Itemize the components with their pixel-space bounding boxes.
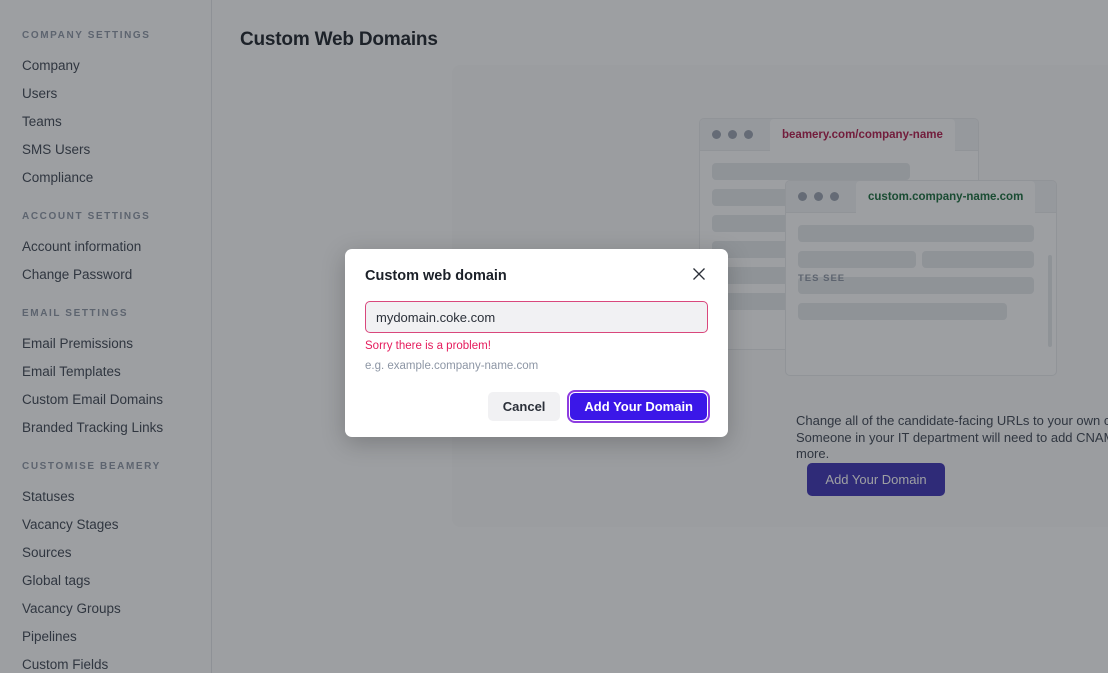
domain-input[interactable]: [365, 301, 708, 333]
app-root: COMPANY SETTINGS Company Users Teams SMS…: [0, 0, 1108, 673]
input-hint: e.g. example.company-name.com: [365, 360, 539, 372]
input-error-message: Sorry there is a problem!: [365, 340, 491, 352]
submit-domain-button[interactable]: Add Your Domain: [567, 390, 710, 423]
cancel-button[interactable]: Cancel: [487, 392, 561, 421]
modal-header: Custom web domain: [365, 267, 708, 284]
modal-title: Custom web domain: [365, 268, 507, 284]
modal-actions: Cancel Add Your Domain: [365, 390, 710, 423]
custom-web-domain-modal: Custom web domain Sorry there is a probl…: [345, 249, 728, 437]
close-icon[interactable]: [690, 267, 708, 281]
